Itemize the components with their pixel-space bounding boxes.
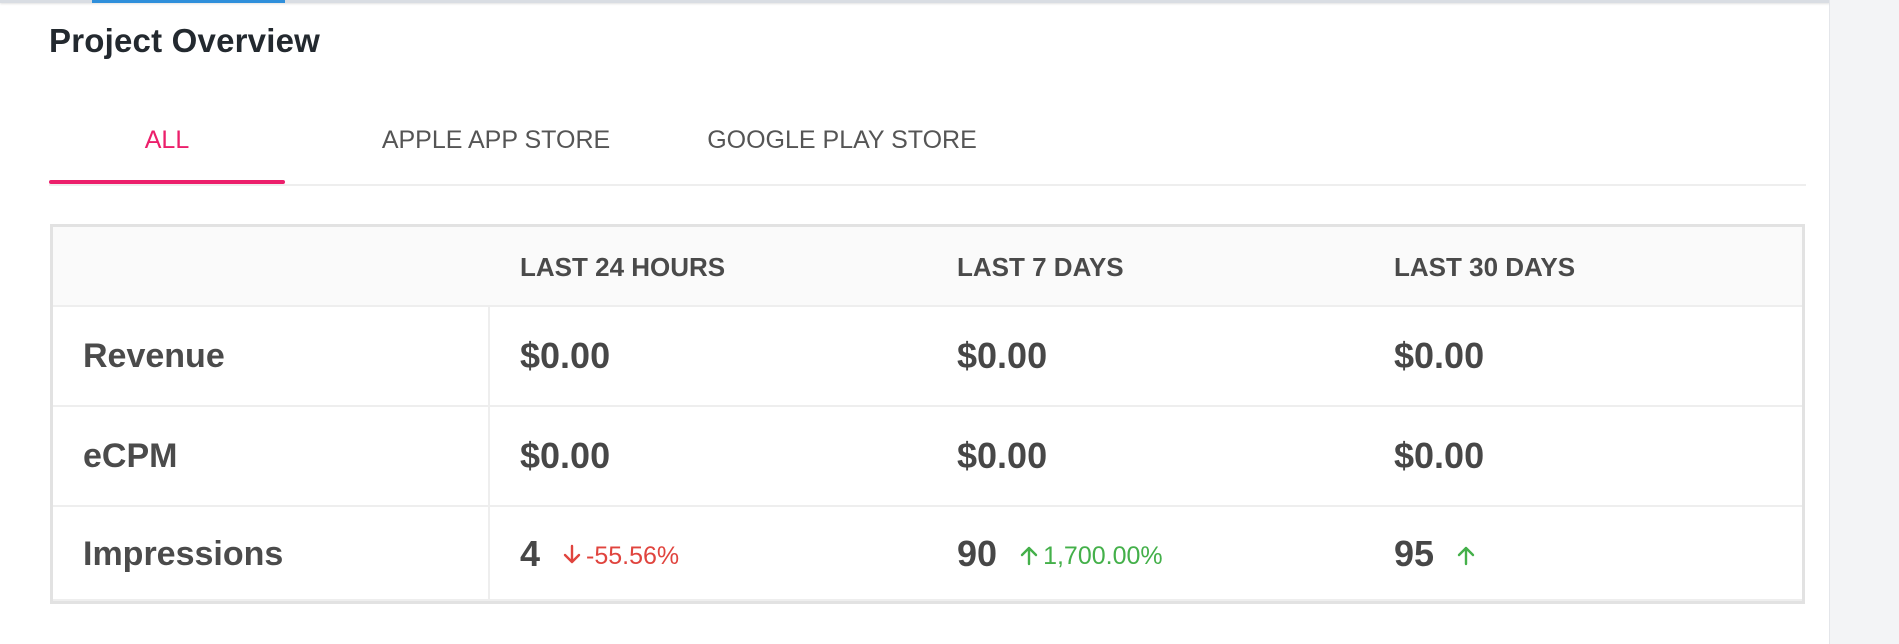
- top-navigation-bar: [0, 0, 1830, 3]
- tab-all[interactable]: ALL: [49, 100, 285, 184]
- column-header-last-7-days: LAST 7 DAYS: [957, 252, 1124, 282]
- page-title: Project Overview: [49, 22, 321, 59]
- row-label-impressions: Impressions: [83, 535, 284, 573]
- row-label-revenue: Revenue: [83, 337, 225, 375]
- impressions-last-24-hours: 4 -55.56%: [520, 507, 679, 603]
- revenue-last-7-days: $0.00: [957, 335, 1048, 376]
- scrollbar-track[interactable]: [1829, 0, 1899, 644]
- tab-all-label: ALL: [144, 126, 190, 154]
- tab-apple-app-store[interactable]: APPLE APP STORE: [335, 100, 657, 182]
- tab-google-play-store-label: GOOGLE PLAY STORE: [707, 126, 977, 154]
- column-header-last-24-hours: LAST 24 HOURS: [520, 252, 726, 282]
- column-header-last-30-days: LAST 30 DAYS: [1394, 252, 1576, 282]
- ecpm-last-24-hours: $0.00: [520, 435, 611, 476]
- arrow-down-icon: [563, 544, 581, 564]
- table-header-row: LAST 24 HOURS LAST 7 DAYS LAST 30 DAYS: [53, 227, 1802, 307]
- impressions-value: 90: [957, 533, 998, 574]
- table-row-impressions: Impressions 4 -55.56% 90 1,700.00% 95: [53, 507, 1802, 601]
- trend-indicator: [1456, 509, 1480, 603]
- trend-percentage: -55.56%: [586, 542, 680, 570]
- impressions-last-7-days: 90 1,700.00%: [957, 507, 1163, 603]
- trend-percentage: 1,700.00%: [1043, 542, 1163, 570]
- ecpm-last-7-days: $0.00: [957, 435, 1048, 476]
- impressions-value: 95: [1394, 533, 1435, 574]
- active-nav-indicator: [92, 0, 285, 3]
- arrow-up-icon: [1457, 546, 1475, 566]
- impressions-value: 4: [520, 533, 541, 574]
- tab-apple-app-store-label: APPLE APP STORE: [381, 126, 611, 154]
- active-tab-underline: [49, 180, 285, 184]
- row-label-ecpm: eCPM: [83, 437, 178, 475]
- table-row-ecpm: eCPM $0.00 $0.00 $0.00: [53, 407, 1802, 507]
- metrics-table: LAST 24 HOURS LAST 7 DAYS LAST 30 DAYS R…: [50, 224, 1805, 604]
- impressions-last-30-days: 95: [1394, 507, 1480, 603]
- ecpm-last-30-days: $0.00: [1394, 435, 1485, 476]
- row-label-divider: [488, 307, 490, 601]
- tab-google-play-store[interactable]: GOOGLE PLAY STORE: [692, 100, 992, 182]
- trend-indicator: 1,700.00%: [1019, 509, 1163, 603]
- table-row-revenue: Revenue $0.00 $0.00 $0.00: [53, 307, 1802, 407]
- revenue-last-24-hours: $0.00: [520, 335, 611, 376]
- revenue-last-30-days: $0.00: [1394, 335, 1485, 376]
- arrow-up-icon: [1020, 546, 1038, 566]
- trend-indicator: -55.56%: [562, 509, 679, 603]
- store-tabs: ALL APPLE APP STORE GOOGLE PLAY STORE: [49, 100, 1806, 186]
